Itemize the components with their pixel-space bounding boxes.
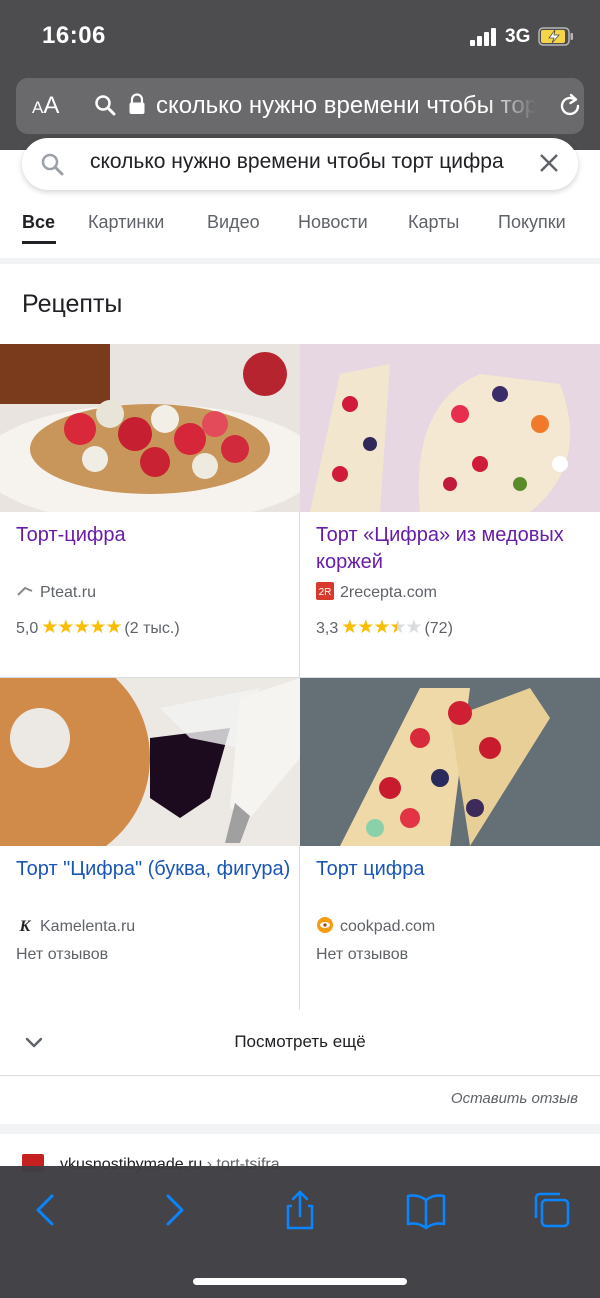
home-indicator[interactable] [193, 1278, 407, 1285]
bookmarks-icon[interactable] [404, 1188, 448, 1232]
reload-icon[interactable] [556, 92, 584, 120]
recipe-source: 2R 2recepta.com [316, 582, 437, 602]
recipe-card[interactable]: Торт-цифра Pteat.ru 5,0 ★★★★★ (2 тыс.) [0, 344, 300, 678]
recipe-rating: 3,3 ★★★★★ (72) [316, 617, 453, 638]
kamelenta-favicon-icon: K [19, 918, 32, 934]
recipes-panel: Рецепты Торт-цифра Pteat.ru 5,0 ★★★★★ (2 т… [0, 264, 600, 1124]
recipe-title-link[interactable]: Торт цифра [316, 856, 596, 883]
recipe-title-link[interactable]: Торт "Цифра" (буква, фигура) [16, 856, 296, 883]
recipe-card[interactable]: Торт «Цифра» из медовых коржей 2R 2recept… [300, 344, 600, 678]
recipes-heading: Рецепты [22, 290, 123, 318]
search-tabs: Все Картинки Видео Новости Карты Покупки [0, 212, 600, 252]
star-rating: ★★★★★ [341, 617, 422, 638]
browser-toolbar [0, 1166, 600, 1298]
tab-news[interactable]: Новости [298, 212, 368, 233]
recipe-source: cookpad.com [316, 916, 435, 936]
lock-icon [129, 93, 145, 114]
active-tab-indicator [22, 241, 56, 244]
tab-all[interactable]: Все [22, 212, 55, 233]
text-size-button[interactable]: AA [32, 92, 59, 120]
feedback-link[interactable]: Оставить отзыв [451, 1090, 578, 1107]
recipe-title-link[interactable]: Торт «Цифра» из медовых коржей [316, 522, 596, 576]
recipe-card[interactable]: Торт "Цифра" (буква, фигура) K Kamelenta.… [0, 678, 300, 1012]
status-bar: 16:06 3G [0, 0, 600, 72]
recipe-source: K Kamelenta.ru [16, 916, 136, 936]
recipe-image [300, 344, 600, 512]
recipe-rating: 5,0 ★★★★★ (2 тыс.) [16, 617, 180, 638]
no-reviews-text: Нет отзывов [16, 946, 109, 963]
show-more-button[interactable]: Посмотреть ещё [0, 1010, 600, 1076]
recipe-image [300, 678, 600, 846]
tab-images[interactable]: Картинки [88, 212, 164, 233]
google-header: сколько нужно времени чтобы торт цифра В… [0, 138, 600, 258]
screen: 16:06 3G AA сколько нужно времени чтобы … [0, 0, 600, 1298]
recipe-title-link[interactable]: Торт-цифра [16, 522, 296, 549]
cookpad-favicon-icon [317, 917, 333, 933]
2recepta-favicon-icon: 2R [316, 582, 334, 600]
cellular-signal-icon [470, 28, 496, 46]
pteat-favicon-icon [17, 586, 33, 596]
network-type: 3G [505, 26, 531, 47]
tab-shopping[interactable]: Покупки [498, 212, 566, 233]
tab-maps[interactable]: Карты [408, 212, 459, 233]
share-icon[interactable] [278, 1188, 322, 1232]
status-time: 16:06 [42, 22, 106, 49]
battery-charging-icon [538, 27, 573, 46]
recipe-image [0, 344, 300, 512]
forward-icon[interactable] [152, 1188, 196, 1232]
search-input[interactable]: сколько нужно времени чтобы торт цифра [90, 150, 522, 174]
star-rating: ★★★★★ [41, 617, 122, 638]
recipe-image [0, 678, 300, 846]
tabs-icon[interactable] [530, 1188, 574, 1232]
address-bar[interactable]: AA сколько нужно времени чтобы торт цифр… [16, 78, 584, 134]
recipe-card[interactable]: Торт цифра cookpad.com Нет отзывов [300, 678, 600, 1012]
show-more-label: Посмотреть ещё [234, 1032, 366, 1051]
svg-text:2R: 2R [319, 587, 332, 598]
search-icon [95, 95, 116, 116]
url-text[interactable]: сколько нужно времени чтобы торт цифра [156, 92, 536, 120]
recipe-source: Pteat.ru [16, 582, 96, 602]
search-icon[interactable] [40, 152, 64, 176]
svg-text:K: K [19, 918, 32, 934]
no-reviews-text: Нет отзывов [316, 946, 409, 963]
clear-search-icon[interactable] [536, 150, 562, 176]
tab-videos[interactable]: Видео [207, 212, 260, 233]
browser-top-chrome: 16:06 3G AA сколько нужно времени чтобы [0, 0, 600, 150]
search-box[interactable]: сколько нужно времени чтобы торт цифра [22, 138, 578, 190]
back-icon[interactable] [24, 1188, 68, 1232]
